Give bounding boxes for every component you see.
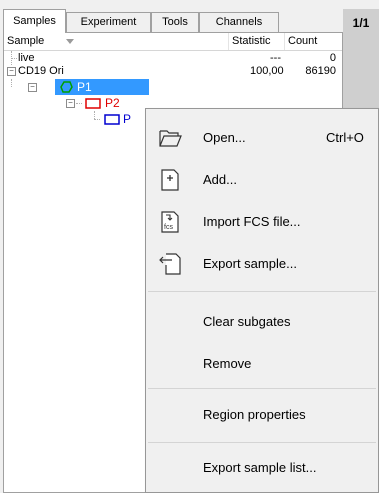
- menu-label: Add...: [203, 172, 237, 187]
- menu-item-open[interactable]: Open... Ctrl+O: [146, 119, 378, 157]
- tree-line: [94, 111, 95, 119]
- rectangle-gate-icon: [85, 98, 101, 109]
- column-header-sample[interactable]: Sample: [7, 35, 44, 47]
- menu-item-clear-subgates[interactable]: Clear subgates: [146, 303, 378, 341]
- sample-name: live: [18, 52, 35, 64]
- column-header-count[interactable]: Count: [288, 35, 317, 47]
- menu-item-export-sample-list[interactable]: Export sample list...: [146, 449, 378, 487]
- menu-label: Import FCS file...: [203, 214, 301, 229]
- menu-label: Clear subgates: [203, 314, 291, 329]
- collapse-icon[interactable]: −: [7, 67, 16, 76]
- gate-name: P2: [105, 96, 120, 110]
- menu-item-add[interactable]: Add...: [146, 161, 378, 199]
- menu-separator: [148, 442, 376, 443]
- statistic-value: 100,00: [250, 65, 284, 77]
- add-document-icon: [161, 169, 179, 191]
- statistic-value: ---: [270, 52, 281, 64]
- tab-strip: Samples Experiment Tools Channels 1/1: [3, 9, 379, 38]
- menu-item-export-sample[interactable]: Export sample...: [146, 245, 378, 283]
- context-menu: Open... Ctrl+O Add... fcs Import FCS fil…: [145, 108, 379, 493]
- menu-separator: [148, 291, 376, 292]
- collapse-icon[interactable]: −: [66, 99, 75, 108]
- tab-experiment[interactable]: Experiment: [66, 12, 151, 32]
- grid-header: Sample Statistic Count: [4, 33, 342, 51]
- gate-row-p1[interactable]: − P1: [4, 79, 342, 95]
- tree-line: [11, 58, 17, 59]
- menu-label: Export sample...: [203, 256, 297, 271]
- tree-line: [94, 119, 100, 120]
- menu-label: Open...: [203, 130, 246, 145]
- import-fcs-icon: fcs: [161, 211, 179, 233]
- folder-open-icon: [159, 130, 182, 147]
- gate-name: P: [123, 112, 132, 126]
- tree-line: [76, 103, 82, 104]
- menu-item-remove[interactable]: Remove: [146, 345, 378, 383]
- menu-shortcut: Ctrl+O: [326, 130, 364, 145]
- gate-name: P1: [77, 80, 92, 94]
- sample-row-cd19[interactable]: − CD19 Ori 100,00 86190: [4, 64, 342, 78]
- sort-arrow-icon[interactable]: [66, 39, 74, 44]
- menu-item-import-fcs[interactable]: fcs Import FCS file...: [146, 203, 378, 241]
- menu-label: Export sample list...: [203, 460, 317, 475]
- sample-row-live[interactable]: live --- 0: [4, 51, 342, 65]
- menu-label: Region properties: [203, 407, 306, 422]
- polygon-gate-icon: [60, 81, 73, 93]
- svg-text:fcs: fcs: [164, 224, 173, 231]
- menu-label: Remove: [203, 356, 252, 371]
- tree-line: [11, 79, 12, 87]
- tab-channels[interactable]: Channels: [199, 12, 279, 32]
- menu-separator: [148, 388, 376, 389]
- export-document-icon: [159, 253, 181, 275]
- menu-item-region-properties[interactable]: Region properties: [146, 396, 378, 434]
- column-divider[interactable]: [284, 33, 285, 50]
- column-divider[interactable]: [228, 33, 229, 50]
- count-value: 0: [329, 52, 336, 64]
- app-window: Samples Experiment Tools Channels 1/1 Sa…: [0, 0, 379, 493]
- sample-name: CD19 Ori: [18, 65, 64, 77]
- tab-tools[interactable]: Tools: [151, 12, 199, 32]
- column-header-statistic[interactable]: Statistic: [232, 35, 271, 47]
- count-value: 86190: [305, 65, 336, 77]
- rectangle-gate-icon: [104, 114, 120, 125]
- collapse-icon[interactable]: −: [28, 83, 37, 92]
- tab-samples[interactable]: Samples: [3, 9, 66, 33]
